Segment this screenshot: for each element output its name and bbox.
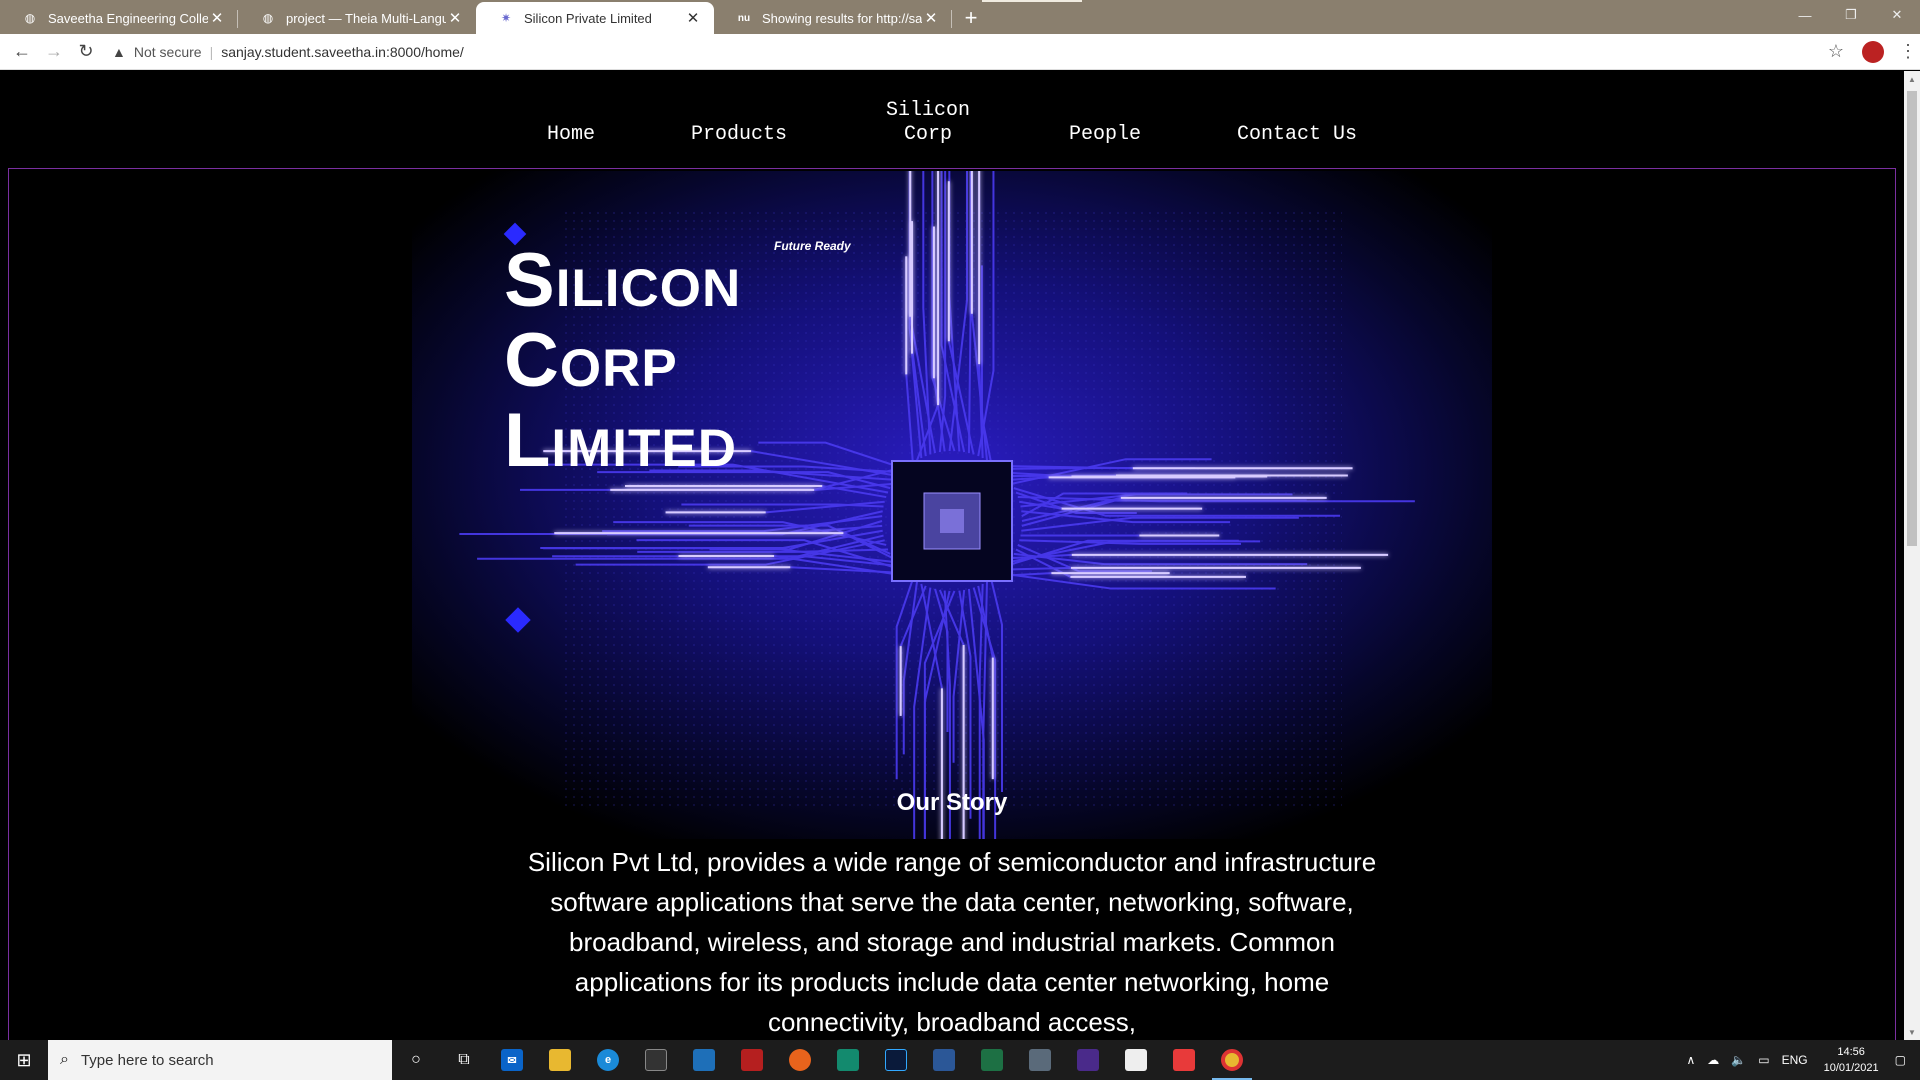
back-icon[interactable]: ← <box>6 37 38 67</box>
windows-start-icon[interactable]: ⊞ <box>0 1040 48 1080</box>
tab-loading-bar <box>982 0 1082 2</box>
tab-title: Showing results for http://sanjay <box>762 10 922 26</box>
tab-title: Saveetha Engineering College <box>48 10 208 26</box>
clock-time: 14:56 <box>1837 1046 1865 1058</box>
edge-icon[interactable]: e <box>584 1040 632 1080</box>
reload-icon[interactable]: ↻ <box>70 37 102 67</box>
address-bar[interactable]: ▲ Not secure | sanjay.student.saveetha.i… <box>112 37 1818 67</box>
acrobat-icon[interactable] <box>728 1040 776 1080</box>
new-tab-button[interactable]: + <box>956 2 986 34</box>
search-placeholder: Type here to search <box>80 1051 214 1069</box>
close-icon[interactable]: ✕ <box>446 9 464 27</box>
anydesk-icon[interactable] <box>1160 1040 1208 1080</box>
globe-icon: ◍ <box>262 11 274 25</box>
chevron-up-icon[interactable]: ∧ <box>1686 1053 1695 1067</box>
restore-icon[interactable]: ❐ <box>1828 0 1874 30</box>
app-icon[interactable] <box>1064 1040 1112 1080</box>
chip <box>891 460 1013 582</box>
hero-title-line-3: Limited <box>504 398 738 483</box>
search-icon: ⌕ <box>60 1051 69 1068</box>
close-window-icon[interactable]: ✕ <box>1874 0 1920 30</box>
tab-title: Silicon Private Limited <box>524 10 652 26</box>
file-explorer-icon[interactable] <box>536 1040 584 1080</box>
brand-line-1: Silicon <box>885 99 970 122</box>
close-icon[interactable]: ✕ <box>684 9 702 27</box>
cloud-icon[interactable]: ☁ <box>1707 1053 1719 1067</box>
page-scrollbar[interactable]: ▲ ▼ <box>1904 71 1920 1040</box>
scrollbar-thumb[interactable] <box>1907 91 1917 546</box>
warning-icon: ▲ <box>112 43 126 60</box>
chrome-icon[interactable] <box>1208 1040 1256 1080</box>
browser-toolbar: ← → ↻ ▲ Not secure | sanjay.student.save… <box>0 34 1920 70</box>
notifications-icon[interactable]: ▢ <box>1895 1053 1906 1067</box>
system-tray: ∧ ☁ 🔈 ▭ ENG 14:56 10/01/2021 ▢ <box>1680 1040 1920 1080</box>
nav-people-link[interactable]: People <box>1069 123 1141 147</box>
scroll-down-icon[interactable]: ▼ <box>1904 1024 1920 1040</box>
brand-line-2: Corp <box>903 123 952 146</box>
nav-brand-link[interactable]: Silicon Corp <box>883 99 973 147</box>
gear-icon: ✷ <box>500 11 512 25</box>
story-paragraph: Silicon Pvt Ltd, provides a wide range o… <box>527 847 1377 1037</box>
taskbar-search[interactable]: ⌕ Type here to search <box>48 1040 392 1080</box>
bookmark-star-icon[interactable]: ☆ <box>1818 41 1854 62</box>
minimize-icon[interactable]: — <box>1782 0 1828 30</box>
hero-title: Silicon Corp Limited <box>504 241 741 481</box>
clock[interactable]: 14:56 10/01/2021 <box>1824 1044 1879 1076</box>
security-label[interactable]: Not secure <box>134 44 202 60</box>
browser-tab-strip: ◍ Saveetha Engineering College ✕ ◍ proje… <box>0 0 1920 34</box>
hero-banner: Silicon Corp Limited Future Ready <box>412 171 1492 839</box>
close-icon[interactable]: ✕ <box>208 9 226 27</box>
divider: | <box>209 43 214 60</box>
store-icon[interactable] <box>632 1040 680 1080</box>
hero-tagline: Future Ready <box>774 239 851 253</box>
hero-title-line-2: Corp <box>504 318 678 403</box>
nav-contact-link[interactable]: Contact Us <box>1237 123 1357 147</box>
sway-icon[interactable] <box>824 1040 872 1080</box>
cortana-icon[interactable]: ○ <box>392 1040 440 1080</box>
nav-home-link[interactable]: Home <box>547 123 595 147</box>
profile-avatar[interactable] <box>1862 40 1884 63</box>
nu-icon: nu <box>737 12 751 24</box>
site-navigation: Home Products Silicon Corp People Contac… <box>0 71 1904 169</box>
mail-icon[interactable]: ✉ <box>488 1040 536 1080</box>
page-viewport: Home Products Silicon Corp People Contac… <box>0 71 1904 1040</box>
menu-icon[interactable]: ⋮ <box>1896 41 1920 62</box>
windows-taskbar: ⊞ ⌕ Type here to search ○ ⧉ ✉ e ∧ ☁ 🔈 ▭ … <box>0 1040 1920 1080</box>
tab-silicon[interactable]: ✷ Silicon Private Limited ✕ <box>476 2 714 34</box>
tab-separator <box>951 10 952 28</box>
language-indicator[interactable]: ENG <box>1782 1053 1808 1067</box>
firefox-icon[interactable] <box>776 1040 824 1080</box>
photoshop-icon[interactable] <box>872 1040 920 1080</box>
tab-title: project — Theia Multi-Language <box>286 10 446 26</box>
globe-icon: ◍ <box>24 11 36 25</box>
network-icon[interactable]: ▭ <box>1758 1053 1769 1067</box>
tab-saveetha[interactable]: ◍ Saveetha Engineering College ✕ <box>0 2 238 34</box>
url-text[interactable]: sanjay.student.saveetha.in:8000/home/ <box>221 44 464 60</box>
word-icon[interactable] <box>920 1040 968 1080</box>
forward-icon[interactable]: → <box>38 37 70 67</box>
excel-icon[interactable] <box>968 1040 1016 1080</box>
nav-products-link[interactable]: Products <box>691 123 787 147</box>
photos-icon[interactable] <box>680 1040 728 1080</box>
volume-muted-icon[interactable]: 🔈 <box>1731 1053 1746 1067</box>
tab-theia[interactable]: ◍ project — Theia Multi-Language ✕ <box>238 2 476 34</box>
close-icon[interactable]: ✕ <box>922 9 940 27</box>
story-heading: Our Story <box>896 789 1008 816</box>
pen-icon[interactable] <box>1112 1040 1160 1080</box>
window-controls: — ❐ ✕ <box>1782 0 1920 30</box>
calculator-icon[interactable] <box>1016 1040 1064 1080</box>
hero-title-line-1: Silicon <box>504 238 742 323</box>
task-view-icon[interactable]: ⧉ <box>440 1040 488 1080</box>
clock-date: 10/01/2021 <box>1823 1062 1879 1074</box>
scroll-up-icon[interactable]: ▲ <box>1904 71 1920 87</box>
tab-results[interactable]: nu Showing results for http://sanjay ✕ <box>714 2 952 34</box>
